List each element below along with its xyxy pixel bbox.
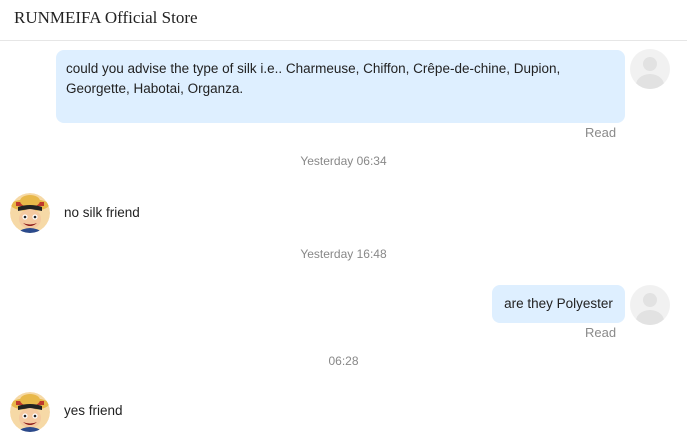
incoming-message-text: no silk friend <box>64 205 140 220</box>
timestamp: Yesterday 06:34 <box>300 154 387 168</box>
chat-thread[interactable]: could you advise the type of silk i.e.. … <box>0 41 687 441</box>
timestamp: Yesterday 16:48 <box>300 247 387 261</box>
message-text: are they Polyester <box>504 296 613 311</box>
store-avatar-icon <box>10 392 50 432</box>
read-status: Read <box>585 125 617 140</box>
outgoing-message-bubble: are they Polyester <box>492 285 625 323</box>
user-avatar-icon <box>630 49 670 89</box>
incoming-message-text: yes friend <box>64 403 123 418</box>
outgoing-message-bubble: could you advise the type of silk i.e.. … <box>56 50 625 123</box>
store-title[interactable]: RUNMEIFA Official Store <box>14 8 198 28</box>
read-status: Read <box>585 325 617 340</box>
message-text: could you advise the type of silk i.e.. … <box>66 61 561 96</box>
timestamp: 06:28 <box>328 354 359 368</box>
chat-header: RUNMEIFA Official Store <box>0 0 687 41</box>
store-avatar-icon <box>10 193 50 233</box>
user-avatar-icon <box>630 285 670 325</box>
